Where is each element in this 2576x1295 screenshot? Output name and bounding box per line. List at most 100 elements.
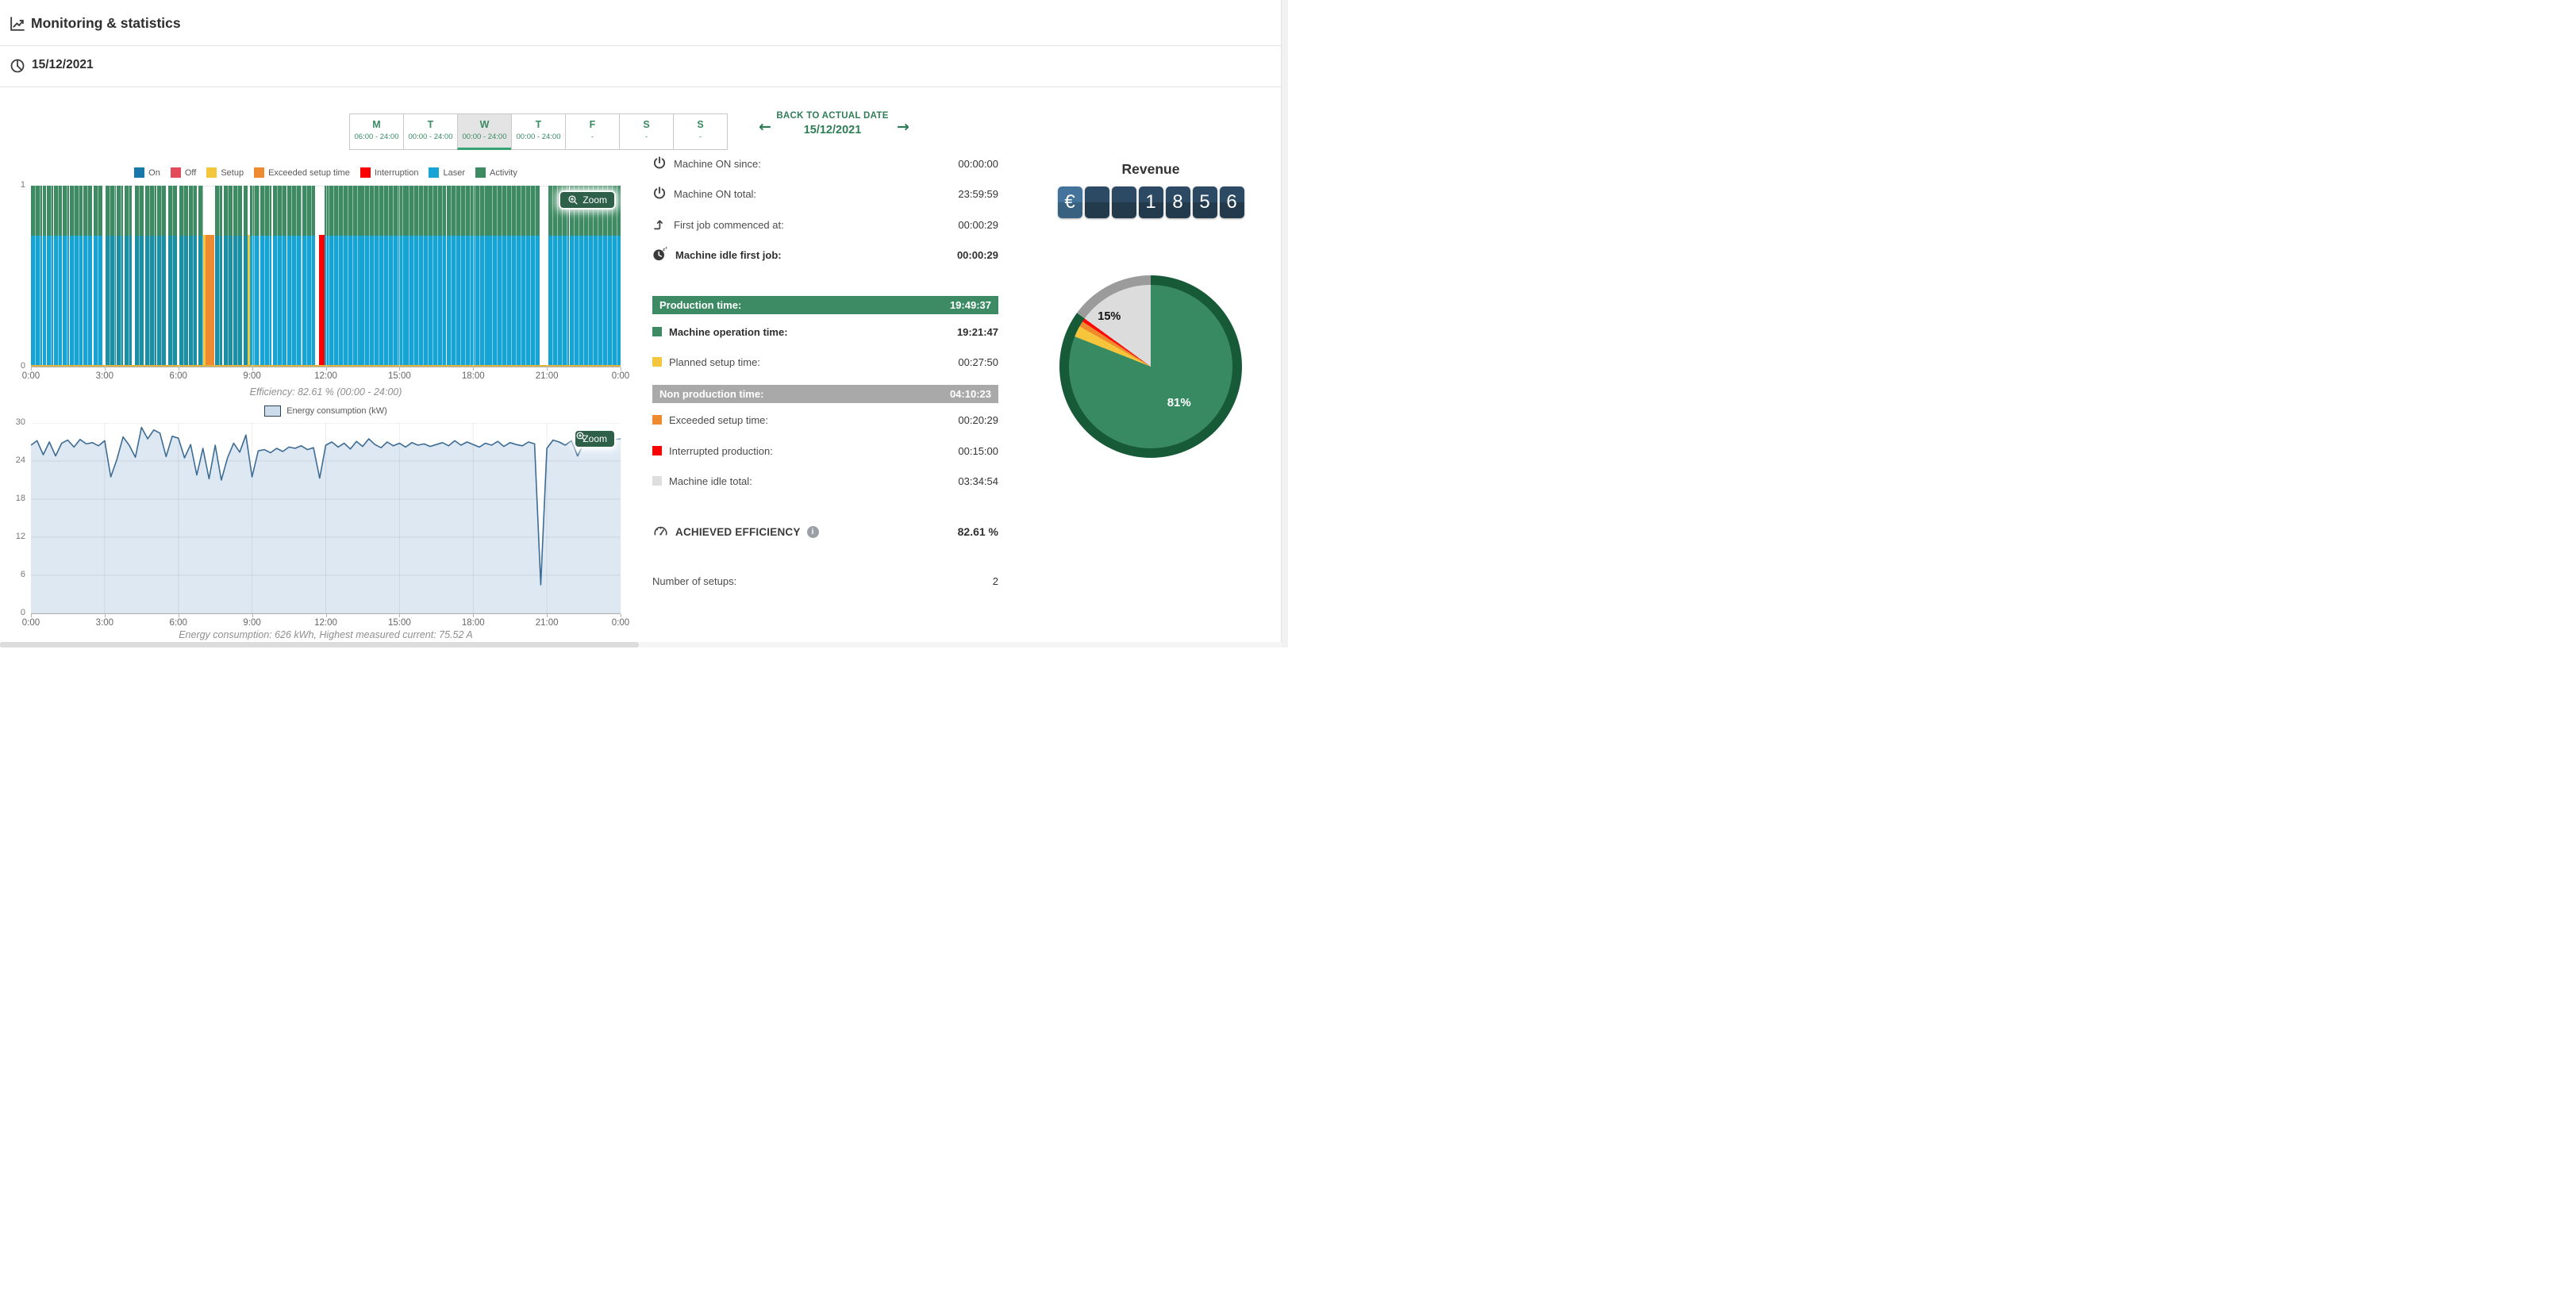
yellow-square-icon	[652, 357, 662, 367]
back-to-actual-date[interactable]: BACK TO ACTUAL DATE 15/12/2021	[765, 111, 900, 136]
timeline-segment	[54, 186, 62, 367]
energy-legend[interactable]: Energy consumption (kW)	[31, 405, 621, 417]
day-tab-5-s[interactable]: S-	[619, 113, 674, 150]
stat-row-machine-idle-first-job: zz Machine idle first job: 00:00:29	[652, 247, 998, 263]
timeline-segment	[106, 186, 115, 367]
horizontal-scrollbar-thumb[interactable]	[0, 642, 639, 648]
pie-slices	[1069, 285, 1232, 448]
timeline-segment	[325, 186, 360, 367]
pie-label-production-pct: 81%	[1167, 396, 1191, 409]
timeline-segment	[302, 186, 315, 367]
timeline-segment	[570, 186, 621, 367]
timeline-segment	[273, 186, 286, 367]
energy-area-chart	[31, 423, 621, 613]
date-header: 15/12/2021	[0, 46, 1282, 87]
red-square-icon	[652, 446, 662, 455]
timeline-legend: On Off Setup Exceeded setup time Interruptio…	[31, 167, 621, 178]
nonproduction-time-header: Non production time: 04:10:23	[652, 385, 998, 403]
energy-legend-label: Energy consumption (kW)	[286, 406, 387, 416]
vertical-scrollbar[interactable]	[1281, 0, 1288, 648]
monitoring-page: Monitoring & statistics 15/12/2021 M06:0…	[0, 0, 1288, 648]
zoom-button-label: Zoom	[582, 194, 607, 206]
legend-swatch-icon	[206, 167, 217, 178]
legend-item-off[interactable]: Off	[171, 167, 196, 178]
legend-item-on[interactable]: On	[134, 167, 160, 178]
timeline-segment	[189, 186, 197, 367]
timeline-segment	[319, 186, 325, 367]
legend-item-interruption[interactable]: Interruption	[360, 167, 419, 178]
stat-row-exceeded-setup-time: Exceeded setup time: 00:20:29	[652, 412, 998, 428]
power-icon	[652, 156, 667, 172]
timeline-segment	[233, 186, 242, 367]
timeline-segment	[488, 186, 539, 367]
legend-item-laser[interactable]: Laser	[429, 167, 465, 178]
back-to-actual-date-label: BACK TO ACTUAL DATE	[765, 111, 900, 121]
stat-row-machine-idle-total: Machine idle total: 03:34:54	[652, 473, 998, 489]
number-of-setups-row: Number of setups: 2	[652, 573, 998, 589]
timeline-segment	[31, 186, 42, 367]
info-icon[interactable]: i	[807, 526, 819, 538]
day-tab-4-f[interactable]: F-	[565, 113, 620, 150]
time-distribution-pie-chart: 15% 81%	[1059, 275, 1242, 458]
week-day-tabs: M06:00 - 24:00T00:00 - 24:00W00:00 - 24:…	[349, 113, 728, 150]
nav-date: 15/12/2021	[765, 124, 900, 136]
timeline-zoom-button[interactable]: Zoom	[560, 192, 614, 208]
timeline-segment	[145, 186, 156, 367]
chart-line-icon	[9, 16, 25, 37]
currency-tile: €	[1058, 186, 1082, 218]
page-header: Monitoring & statistics	[0, 0, 1282, 46]
legend-item-exceeded-setup-time[interactable]: Exceeded setup time	[254, 167, 350, 178]
timeline-segment	[215, 186, 222, 367]
timeline-segment	[548, 186, 569, 367]
digit-tile-6: 6	[1220, 186, 1244, 218]
day-tab-6-s[interactable]: S-	[673, 113, 728, 150]
legend-item-activity[interactable]: Activity	[475, 167, 517, 178]
timeline-segment	[125, 186, 132, 367]
stat-row-machine-on-since: Machine ON since: 00:00:00	[652, 156, 998, 171]
timeline-segment	[287, 186, 301, 367]
timeline-ymax-label: 1	[0, 180, 25, 190]
production-time-header: Production time: 19:49:37	[652, 296, 998, 314]
revenue-title: Revenue	[1059, 161, 1242, 178]
timeline-segment	[224, 186, 233, 367]
timeline-segment	[405, 186, 446, 367]
day-tab-3-t[interactable]: T00:00 - 24:00	[511, 113, 566, 150]
timeline-segment	[47, 186, 53, 367]
timeline-x-labels: 0:003:006:009:0012:0015:0018:0021:000:00	[31, 371, 621, 382]
timeline-segment	[63, 186, 69, 367]
timeline-segment	[360, 186, 404, 367]
legend-swatch-icon	[360, 167, 371, 178]
timeline-segment	[135, 186, 144, 367]
digit-tile-2	[1112, 186, 1136, 218]
svg-text:z: z	[665, 246, 667, 250]
stat-row-planned-setup-time: Planned setup time: 00:27:50	[652, 354, 998, 370]
legend-item-setup[interactable]: Setup	[206, 167, 244, 178]
legend-swatch-icon	[254, 167, 264, 178]
timeline-bars	[31, 186, 621, 367]
gray-square-icon	[652, 476, 662, 486]
energy-zoom-button[interactable]: Zoom	[575, 431, 614, 447]
timeline-segment	[117, 186, 123, 367]
energy-caption: Energy consumption: 626 kWh, Highest mea…	[31, 629, 621, 640]
arrow-up-from-line-icon	[652, 217, 667, 233]
next-day-arrow[interactable]: →	[897, 118, 909, 136]
gauge-icon	[652, 522, 669, 541]
magnifier-plus-icon	[575, 431, 586, 442]
pie-clock-icon	[10, 58, 25, 78]
day-tab-0-m[interactable]: M06:00 - 24:00	[349, 113, 404, 150]
revenue-counter: €1856	[1055, 186, 1246, 218]
day-tab-1-t[interactable]: T00:00 - 24:00	[403, 113, 458, 150]
day-tab-2-w[interactable]: W00:00 - 24:00	[457, 113, 512, 150]
timeline-segment	[83, 186, 92, 367]
power-icon	[652, 186, 667, 202]
efficiency-caption: Efficiency: 82.61 % (00:00 - 24:00)	[31, 386, 621, 398]
timeline-chart-plot: Zoom	[31, 186, 621, 367]
timeline-segment	[43, 186, 46, 367]
timeline-segment	[447, 186, 488, 367]
timeline-ymin-label: 0	[0, 361, 25, 371]
timeline-segment	[179, 186, 188, 367]
timeline-segment	[168, 186, 177, 367]
orange-square-icon	[652, 415, 662, 425]
timeline-segment	[206, 186, 214, 367]
energy-chart-plot: Zoom	[31, 423, 621, 614]
